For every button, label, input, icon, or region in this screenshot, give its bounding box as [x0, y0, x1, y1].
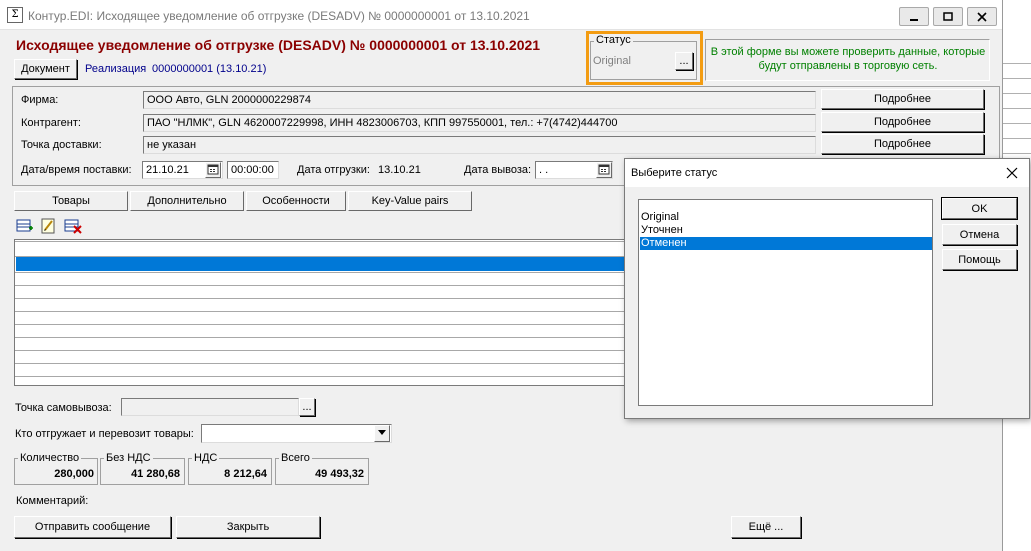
window-titlebar: Σ̄ Контур.EDI: Исходящее уведомление об …	[0, 0, 1002, 30]
firm-more-button[interactable]: Подробнее	[821, 89, 984, 109]
delivery-point-more-button[interactable]: Подробнее	[821, 134, 984, 154]
realization-link[interactable]: 0000000001 (13.10.21)	[152, 63, 266, 75]
calendar-icon	[598, 164, 610, 175]
edit-row-icon[interactable]	[40, 217, 58, 235]
tab-additional[interactable]: Дополнительно	[130, 191, 244, 211]
maximize-button[interactable]	[933, 7, 963, 26]
delivery-point-label: Точка доставки:	[21, 139, 102, 151]
contractor-label: Контрагент:	[21, 117, 81, 129]
add-row-icon[interactable]	[16, 217, 34, 235]
window-title: Контур.EDI: Исходящее уведомление об отг…	[28, 9, 530, 23]
calendar-icon	[207, 164, 219, 175]
dialog-close-button[interactable]	[1003, 164, 1021, 182]
dialog-cancel-button[interactable]: Отмена	[942, 224, 1017, 245]
carrier-select[interactable]	[201, 424, 392, 443]
vat-label: НДС	[192, 452, 220, 464]
info-box: В этой форме вы можете проверить данные,…	[705, 39, 990, 81]
no-vat-label: Без НДС	[104, 452, 153, 464]
close-icon	[1006, 167, 1018, 179]
info-text: В этой форме вы можете проверить данные,…	[710, 46, 986, 72]
total-label: Всего	[279, 452, 312, 464]
pickup-select-button[interactable]: ...	[299, 398, 315, 416]
firm-field: ООО Авто, GLN 2000000229874	[143, 91, 816, 109]
vat-value: 8 212,64	[224, 468, 267, 480]
table-row-selected[interactable]	[16, 257, 625, 271]
comment-label: Комментарий:	[16, 495, 89, 507]
status-option-updated[interactable]: Уточнен	[640, 224, 932, 237]
status-option-cancelled[interactable]: Отменен	[640, 237, 932, 250]
more-button[interactable]: Ещё ...	[731, 516, 801, 538]
delete-row-icon[interactable]	[64, 217, 82, 235]
dialog-help-button[interactable]: Помощь	[942, 249, 1017, 270]
delivery-time-input[interactable]: 00:00:00	[227, 161, 279, 179]
close-button[interactable]	[967, 7, 997, 26]
contractor-more-button[interactable]: Подробнее	[821, 112, 984, 132]
minimize-icon	[910, 18, 918, 21]
export-date-picker[interactable]	[596, 162, 612, 178]
qty-label: Количество	[18, 452, 82, 464]
close-form-button[interactable]: Закрыть	[176, 516, 320, 538]
export-date-label: Дата вывоза:	[464, 164, 532, 176]
send-message-button[interactable]: Отправить сообщение	[14, 516, 171, 538]
link-prefix: Реализация	[85, 63, 147, 75]
pickup-field	[121, 398, 299, 416]
status-select-button[interactable]: ...	[675, 52, 693, 70]
no-vat-value: 41 280,68	[131, 468, 180, 480]
delivery-point-field: не указан	[143, 136, 816, 154]
carrier-dropdown-button[interactable]	[374, 425, 390, 442]
carrier-label: Кто отгружает и перевозит товары:	[15, 428, 194, 440]
qty-value: 280,000	[54, 468, 94, 480]
delivery-date-picker[interactable]	[205, 162, 221, 178]
close-icon	[977, 11, 987, 22]
delivery-datetime-label: Дата/время поставки:	[21, 164, 132, 176]
dialog-ok-button[interactable]: OK	[941, 197, 1018, 220]
ship-date-value: 13.10.21	[378, 164, 421, 176]
status-option-original[interactable]: Original	[640, 211, 932, 224]
maximize-icon	[943, 11, 953, 21]
tab-features[interactable]: Особенности	[246, 191, 346, 211]
total-value: 49 493,32	[315, 468, 364, 480]
contractor-field: ПАО "НЛМК", GLN 4620007229998, ИНН 48230…	[143, 114, 816, 132]
document-title: Исходящее уведомление об отгрузке (DESAD…	[16, 37, 541, 53]
pickup-label: Точка самовывоза:	[15, 402, 112, 414]
tab-key-value[interactable]: Key-Value pairs	[348, 191, 472, 211]
status-listbox[interactable]: Original Уточнен Отменен	[638, 199, 933, 406]
status-dialog: Выберите статус Original Уточнен Отменен…	[624, 158, 1030, 419]
tab-goods[interactable]: Товары	[14, 191, 128, 211]
document-button[interactable]: Документ	[14, 59, 77, 79]
status-legend: Статус	[594, 34, 633, 46]
minimize-button[interactable]	[899, 7, 929, 26]
goods-table[interactable]	[14, 239, 626, 386]
dialog-titlebar: Выберите статус	[625, 159, 1029, 187]
app-icon: Σ̄	[7, 7, 23, 23]
ship-date-label: Дата отгрузки:	[297, 164, 370, 176]
status-value: Original	[593, 55, 631, 67]
chevron-down-icon	[378, 430, 386, 435]
dialog-title: Выберите статус	[631, 167, 718, 179]
firm-label: Фирма:	[21, 94, 59, 106]
